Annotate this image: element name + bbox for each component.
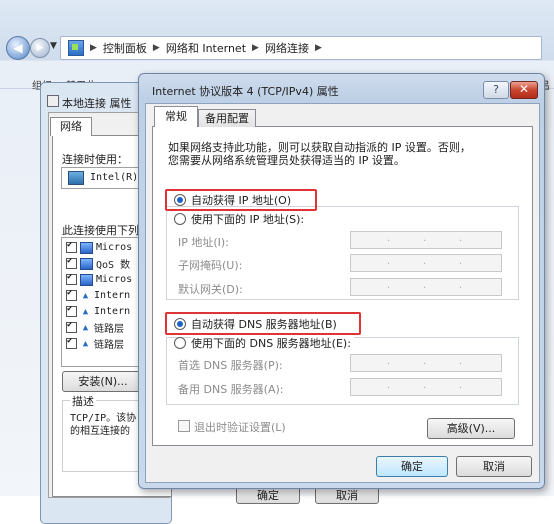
checkbox[interactable]	[66, 240, 77, 253]
checkbox[interactable]	[66, 288, 77, 301]
client-icon	[80, 241, 93, 254]
control-panel-icon	[68, 40, 84, 56]
gateway-label: 默认网关(D):	[178, 283, 243, 296]
manual-dns-radio[interactable]	[174, 337, 186, 349]
tab-general[interactable]: 常规	[154, 106, 198, 127]
checkbox[interactable]	[66, 304, 77, 317]
subnet-mask-label: 子网掩码(U):	[178, 259, 243, 272]
cancel-button[interactable]: 取消	[456, 456, 532, 477]
close-button[interactable]: ✕	[510, 81, 538, 99]
checkbox[interactable]	[66, 320, 77, 333]
list-item[interactable]: ▲ Intern	[66, 288, 131, 302]
back-button[interactable]: ◀	[6, 36, 30, 60]
chevron-right-icon: ▶	[152, 43, 160, 53]
protocol-icon: ▲	[82, 306, 89, 317]
adapter-icon	[68, 171, 84, 185]
help-button[interactable]: ?	[483, 81, 509, 99]
list-item-label: 链路层	[94, 324, 124, 335]
advanced-button[interactable]: 高级(V)...	[427, 418, 515, 439]
list-item[interactable]: ▲ 链路层	[66, 320, 124, 335]
manual-ip-radio[interactable]	[174, 213, 186, 225]
auto-dns-label[interactable]: 自动获得 DNS 服务器地址(B)	[191, 316, 337, 332]
list-item-label: QoS 数	[96, 260, 131, 271]
local-connection-title: 本地连接 属性	[62, 97, 132, 110]
forward-button[interactable]: ▶	[30, 38, 50, 58]
list-item-label: Intern	[94, 290, 131, 301]
alternate-dns-label: 备用 DNS 服务器(A):	[178, 383, 284, 396]
chevron-right-icon: ▶	[90, 43, 97, 53]
chevron-right-icon: ▶	[314, 43, 322, 53]
validate-settings-checkbox	[178, 420, 190, 432]
back-arrow-icon: ◀	[13, 41, 23, 55]
network-adapter-icon	[47, 95, 59, 107]
list-item[interactable]: ▲ 链路层	[66, 336, 124, 351]
breadcrumb-item-network-connections[interactable]: 网络连接	[265, 40, 309, 56]
connect-using-label: 连接时使用：	[62, 153, 128, 166]
uses-items-label: 此连接使用下列	[62, 224, 139, 237]
checkbox[interactable]	[66, 336, 77, 349]
list-item[interactable]: Micros	[66, 272, 133, 286]
list-item-label: Micros	[96, 242, 133, 253]
chevron-right-icon: ▶	[252, 43, 259, 53]
list-item[interactable]: ▲ Intern	[66, 304, 131, 318]
tab-network[interactable]: 网络	[50, 117, 92, 136]
auto-dns-radio[interactable]	[174, 318, 186, 330]
breadcrumb-item-control-panel[interactable]: 控制面板	[103, 40, 147, 56]
manual-dns-label[interactable]: 使用下面的 DNS 服务器地址(E):	[191, 335, 354, 351]
intro-text: 您需要从网络系统管理员处获得适当的 IP 设置。	[168, 154, 405, 167]
ip-address-field: ...	[350, 231, 502, 249]
gateway-field: ...	[350, 278, 502, 296]
protocol-icon: ▲	[82, 322, 89, 333]
list-item[interactable]: Micros	[66, 240, 133, 254]
auto-ip-radio[interactable]	[174, 194, 186, 206]
validate-settings-label: 退出时验证设置(L)	[194, 421, 286, 434]
list-item-label: Micros	[96, 274, 133, 285]
breadcrumb: ▶ 控制面板 ▶ 网络和 Internet ▶ 网络连接 ▶	[68, 40, 322, 56]
list-item-label: Intern	[94, 306, 131, 317]
ok-button[interactable]: 确定	[376, 456, 448, 477]
adapter-name: Intel(R)	[90, 172, 139, 183]
breadcrumb-item-network-internet[interactable]: 网络和 Internet	[166, 40, 246, 56]
dialog-title: Internet 协议版本 4 (TCP/IPv4) 属性	[152, 85, 339, 98]
description-title: 描述	[70, 393, 96, 409]
ip-address-label: IP 地址(I):	[178, 236, 229, 249]
description-text: 的相互连接的	[70, 426, 130, 437]
protocol-icon: ▲	[82, 338, 89, 349]
tab-alternate-configuration[interactable]: 备用配置	[198, 109, 256, 127]
checkbox[interactable]	[66, 272, 77, 285]
list-item-label: 链路层	[94, 340, 124, 351]
forward-arrow-icon: ▶	[36, 43, 44, 53]
install-button[interactable]: 安装(N)...	[62, 371, 144, 392]
service-icon	[80, 273, 93, 286]
list-item[interactable]: QoS 数	[66, 256, 131, 271]
alternate-dns-field: ...	[350, 378, 502, 396]
checkbox[interactable]	[66, 256, 77, 269]
auto-ip-label[interactable]: 自动获得 IP 地址(O)	[191, 192, 291, 208]
protocol-icon: ▲	[82, 290, 89, 301]
history-dropdown-icon[interactable]: ▼	[50, 41, 57, 51]
manual-ip-label[interactable]: 使用下面的 IP 地址(S):	[191, 211, 308, 227]
preferred-dns-label: 首选 DNS 服务器(P):	[178, 359, 283, 372]
subnet-mask-field: ...	[350, 254, 502, 272]
preferred-dns-field: ...	[350, 354, 502, 372]
service-icon	[80, 257, 93, 270]
